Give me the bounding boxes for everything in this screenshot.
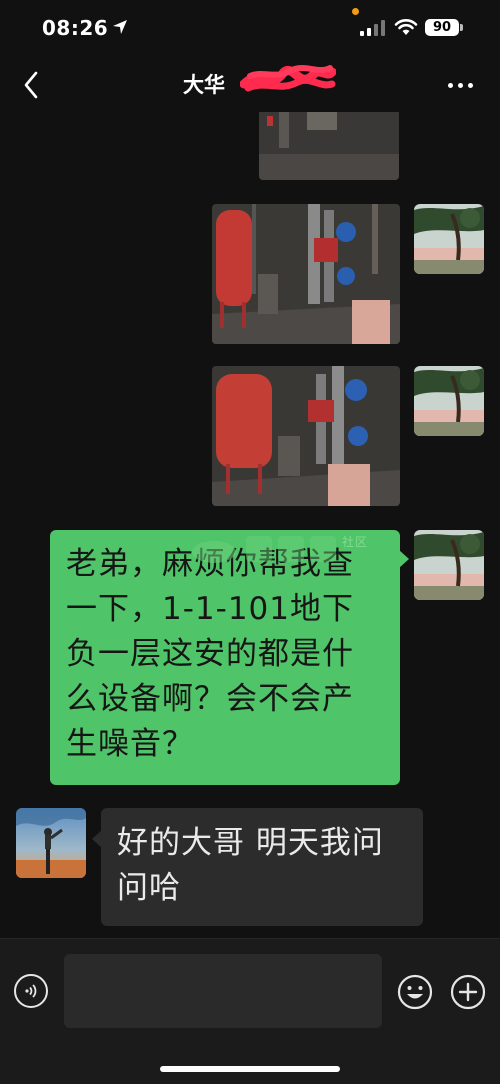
redaction-scribble	[240, 65, 336, 92]
status-time: 08:26	[42, 16, 109, 40]
image-message[interactable]	[259, 112, 399, 180]
image-message[interactable]	[212, 204, 400, 344]
my-avatar[interactable]	[414, 204, 484, 274]
home-indicator[interactable]	[160, 1066, 340, 1072]
more-icon-dot	[457, 82, 463, 88]
signal-icon	[360, 20, 385, 36]
voice-button[interactable]	[14, 974, 48, 1008]
my-avatar[interactable]	[414, 366, 484, 436]
my-avatar[interactable]	[414, 530, 484, 600]
chat-area[interactable]: 老弟，麻烦你帮我查一下，1-1-101地下负一层这安的都是什么设备啊？会不会产生…	[0, 112, 500, 938]
plus-icon	[450, 974, 486, 1010]
status-bar: 08:26 90	[0, 0, 500, 58]
message-input[interactable]	[64, 954, 382, 1028]
privacy-indicator-dot	[352, 8, 359, 15]
voice-icon	[25, 984, 37, 998]
bubble-tail	[399, 550, 409, 568]
more-icon	[447, 82, 453, 88]
incoming-message-bubble[interactable]: 好的大哥 明天我问问哈	[92, 808, 423, 926]
emoji-button[interactable]	[397, 974, 433, 1010]
nav-bar: 大华	[0, 58, 500, 112]
chevron-left-icon	[24, 71, 38, 99]
image-message[interactable]	[212, 366, 400, 506]
plus-button[interactable]	[450, 974, 486, 1010]
contact-avatar[interactable]	[16, 808, 86, 878]
emoji-icon	[397, 974, 433, 1010]
location-arrow-icon	[113, 20, 127, 34]
outgoing-message-bubble[interactable]: 老弟，麻烦你帮我查一下，1-1-101地下负一层这安的都是什么设备啊？会不会产生…	[50, 530, 409, 785]
incoming-message-text: 好的大哥 明天我问问哈	[117, 825, 384, 906]
bubble-tail	[92, 830, 102, 848]
more-icon-dot	[467, 82, 473, 88]
wifi-icon	[394, 19, 418, 35]
battery-nub	[460, 24, 463, 31]
back-button[interactable]	[14, 66, 48, 104]
input-bar	[0, 938, 500, 1084]
battery-icon: 90	[425, 19, 459, 36]
more-button[interactable]	[440, 70, 480, 100]
outgoing-message-text: 老弟，麻烦你帮我查一下，1-1-101地下负一层这安的都是什么设备啊？会不会产生…	[66, 546, 354, 762]
